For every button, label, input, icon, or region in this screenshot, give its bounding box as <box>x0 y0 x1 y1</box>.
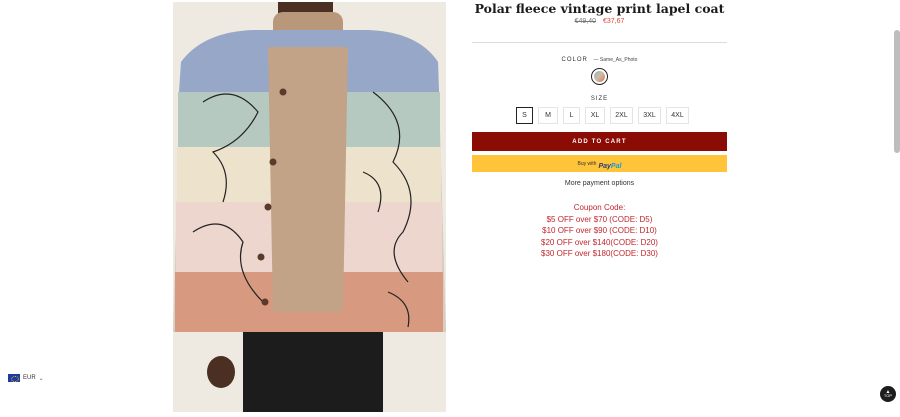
color-label: COLOR <box>561 57 588 63</box>
product-image <box>173 2 446 412</box>
product-title: Polar fleece vintage print lapel coat <box>474 1 725 16</box>
paypal-logo-pay: Pay <box>598 162 611 170</box>
color-swatch-image <box>594 71 605 82</box>
scroll-to-top-button[interactable]: ▲ TOP <box>880 386 896 402</box>
currency-code: EUR <box>23 375 36 381</box>
size-selector: S M L XL 2XL 3XL 4XL <box>516 107 689 124</box>
eu-flag-icon <box>8 374 20 382</box>
size-option-s[interactable]: S <box>516 107 533 124</box>
coupon-heading: Coupon Code: <box>573 203 626 212</box>
price-block: €49,40 €37,67 <box>472 18 727 25</box>
scroll-to-top-label: TOP <box>883 393 893 398</box>
original-price: €49,40 <box>574 18 597 25</box>
sale-price: €37,67 <box>602 18 625 25</box>
currency-selector[interactable]: EUR ⌄ <box>8 374 44 382</box>
size-option-m[interactable]: M <box>538 107 558 124</box>
size-option-4xl[interactable]: 4XL <box>666 107 689 124</box>
paypal-logo-pal: Pal <box>610 162 622 170</box>
size-option-l[interactable]: L <box>563 107 580 124</box>
paypal-prefix: Buy with <box>577 160 597 167</box>
product-image-illustration <box>173 2 446 412</box>
coupon-line: $5 OFF over $70 (CODE: D5) <box>546 214 653 224</box>
coupon-line: $10 OFF over $90 (CODE: D10) <box>542 226 657 236</box>
size-option-xl[interactable]: XL <box>585 107 605 124</box>
coupon-line: $30 OFF over $180(CODE: D30) <box>541 249 658 259</box>
color-value: — Same_As_Photo <box>593 57 638 63</box>
paypal-logo: PayPal <box>598 155 621 173</box>
size-option-2xl[interactable]: 2XL <box>610 107 633 124</box>
coupon-info: Coupon Code: $5 OFF over $70 (CODE: D5) … <box>472 202 727 260</box>
coupon-line: $20 OFF over $140(CODE: D20) <box>541 237 658 247</box>
add-to-cart-button[interactable]: ADD TO CART <box>472 132 727 151</box>
divider <box>472 42 727 43</box>
size-option-3xl[interactable]: 3XL <box>638 107 661 124</box>
paypal-button[interactable]: Buy with PayPal <box>472 155 727 172</box>
scrollbar-thumb[interactable] <box>894 30 900 153</box>
color-option-label: COLOR — Same_As_Photo <box>472 57 727 63</box>
size-option-label: SIZE <box>590 96 609 102</box>
color-swatch-same-as-photo[interactable] <box>591 68 608 85</box>
chevron-down-icon: ⌄ <box>38 375 44 382</box>
more-payment-options-link[interactable]: More payment options <box>472 180 727 187</box>
